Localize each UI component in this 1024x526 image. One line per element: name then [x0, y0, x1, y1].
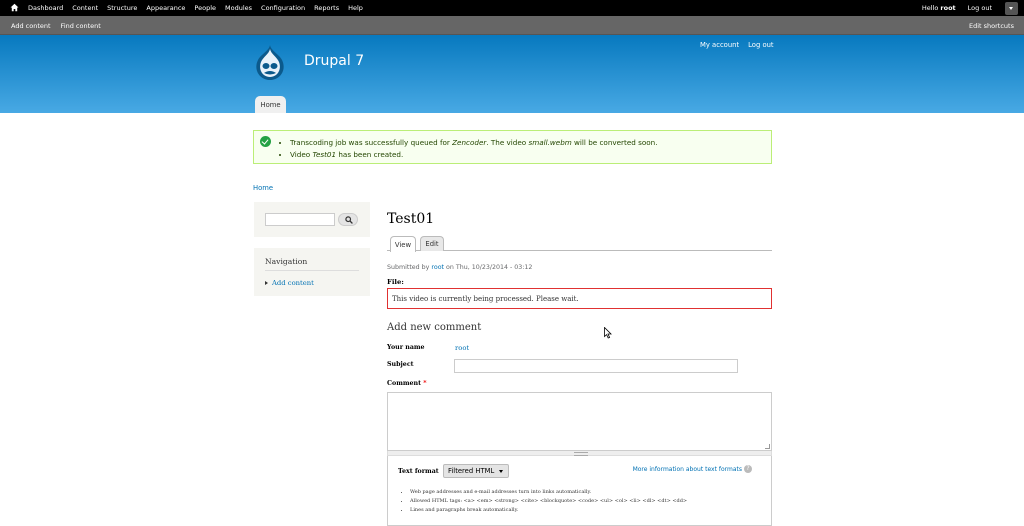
search-button[interactable]	[338, 213, 358, 226]
comment-form-title: Add new comment	[387, 322, 482, 333]
shortcuts-bar: Add content Find content Edit shortcuts	[0, 16, 1024, 35]
status-message: Transcoding job was successfully queued …	[290, 137, 657, 149]
mouse-cursor-icon	[604, 327, 612, 339]
msg-text: will be converted soon.	[571, 138, 658, 147]
text-format-more-info-link[interactable]: More information about text formats	[633, 466, 742, 473]
text-format-select[interactable]: Filtered HTML	[443, 464, 509, 478]
status-message: Video Test01 has been created.	[290, 149, 657, 161]
msg-text: Transcoding job was successfully queued …	[290, 138, 453, 147]
hello-user: Hello root	[922, 4, 956, 12]
subject-input[interactable]	[454, 359, 738, 373]
search-icon	[345, 216, 353, 224]
msg-text: has been created.	[336, 150, 404, 159]
text-format-selected: Filtered HTML	[448, 467, 495, 475]
hello-prefix: Hello	[921, 4, 941, 12]
admin-menu-modules[interactable]: Modules	[225, 4, 252, 12]
toolbar-user: Hello root Log out	[922, 0, 992, 16]
admin-menu-appearance[interactable]: Appearance	[146, 4, 185, 12]
breadcrumb-home[interactable]: Home	[253, 184, 273, 192]
format-tip: Allowed HTML tags: <a> <em> <strong> <ci…	[410, 497, 687, 506]
search-block	[254, 202, 370, 237]
site-header: Drupal 7 My account Log out Home	[0, 35, 1024, 113]
admin-menu-reports[interactable]: Reports	[314, 4, 339, 12]
admin-menu-people[interactable]: People	[194, 4, 216, 12]
status-messages: Transcoding job was successfully queued …	[253, 130, 772, 164]
drupal-logo[interactable]	[253, 44, 287, 82]
edit-shortcuts-link[interactable]: Edit shortcuts	[969, 16, 1014, 35]
comment-label: Comment *	[387, 380, 427, 387]
admin-menu-structure[interactable]: Structure	[107, 4, 137, 12]
admin-menu-configuration[interactable]: Configuration	[261, 4, 305, 12]
comment-textarea[interactable]	[387, 392, 772, 451]
msg-text: . The video	[486, 138, 529, 147]
video-processing-message: This video is currently being processed.…	[387, 288, 772, 309]
submitted-date: on Thu, 10/23/2014 - 03:12	[444, 264, 533, 271]
node-tabs: View Edit	[387, 236, 772, 252]
tab-view[interactable]: View	[390, 236, 416, 252]
nav-item-label[interactable]: Add content	[272, 279, 314, 287]
msg-service: Zencoder	[452, 138, 487, 147]
format-tip: Lines and paragraphs break automatically…	[410, 506, 687, 515]
admin-toolbar: Dashboard Content Structure Appearance P…	[0, 0, 1024, 16]
submitted-info: Submitted by root on Thu, 10/23/2014 - 0…	[387, 264, 532, 271]
msg-filename: small.webm	[528, 138, 572, 147]
msg-text: Video	[290, 150, 313, 159]
text-format-label: Text format	[398, 468, 439, 475]
dropdown-arrow-icon	[499, 470, 503, 473]
your-name-label: Your name	[387, 344, 425, 351]
file-field-label: File:	[387, 278, 404, 286]
my-account-link[interactable]: My account	[700, 41, 739, 49]
page-title: Test01	[387, 211, 435, 227]
triangle-right-icon	[265, 281, 268, 285]
admin-menu-content[interactable]: Content	[72, 4, 98, 12]
admin-menu: Dashboard Content Structure Appearance P…	[28, 0, 363, 16]
home-icon[interactable]	[10, 3, 19, 12]
msg-node-title: Test01	[312, 150, 337, 159]
submitted-prefix: Submitted by	[387, 264, 432, 271]
admin-menu-help[interactable]: Help	[348, 4, 363, 12]
your-name-value[interactable]: root	[455, 344, 469, 352]
navigation-block: Navigation Add content	[254, 248, 370, 296]
toolbar-username[interactable]: root	[940, 4, 955, 12]
header-logout-link[interactable]: Log out	[748, 41, 773, 49]
status-message-list: Transcoding job was successfully queued …	[281, 137, 657, 161]
help-icon[interactable]: ?	[744, 465, 752, 473]
shortcut-find-content[interactable]: Find content	[61, 22, 101, 30]
shortcut-add-content[interactable]: Add content	[11, 22, 51, 30]
format-tip: Web page addresses and e-mail addresses …	[410, 488, 687, 497]
text-format-wrapper: Text format Filtered HTML More informati…	[387, 456, 772, 526]
resize-grip-icon[interactable]	[765, 444, 770, 449]
required-marker: *	[423, 380, 427, 387]
site-name[interactable]: Drupal 7	[304, 53, 364, 69]
toolbar-toggle-icon[interactable]	[1005, 2, 1018, 15]
comment-label-text: Comment	[387, 380, 422, 387]
nav-item-add-content[interactable]: Add content	[265, 279, 314, 287]
format-tips: Web page addresses and e-mail addresses …	[405, 488, 687, 515]
subject-label: Subject	[387, 361, 414, 368]
search-input[interactable]	[265, 213, 335, 226]
checkmark-icon	[260, 136, 271, 147]
toolbar-logout-link[interactable]: Log out	[968, 4, 992, 12]
navigation-title: Navigation	[265, 257, 359, 271]
author-link[interactable]: root	[431, 264, 444, 271]
main-menu-home-tab[interactable]: Home	[255, 96, 286, 113]
tab-edit[interactable]: Edit	[420, 236, 444, 251]
admin-menu-dashboard[interactable]: Dashboard	[28, 4, 63, 12]
secondary-menu: My account Log out	[700, 41, 774, 49]
